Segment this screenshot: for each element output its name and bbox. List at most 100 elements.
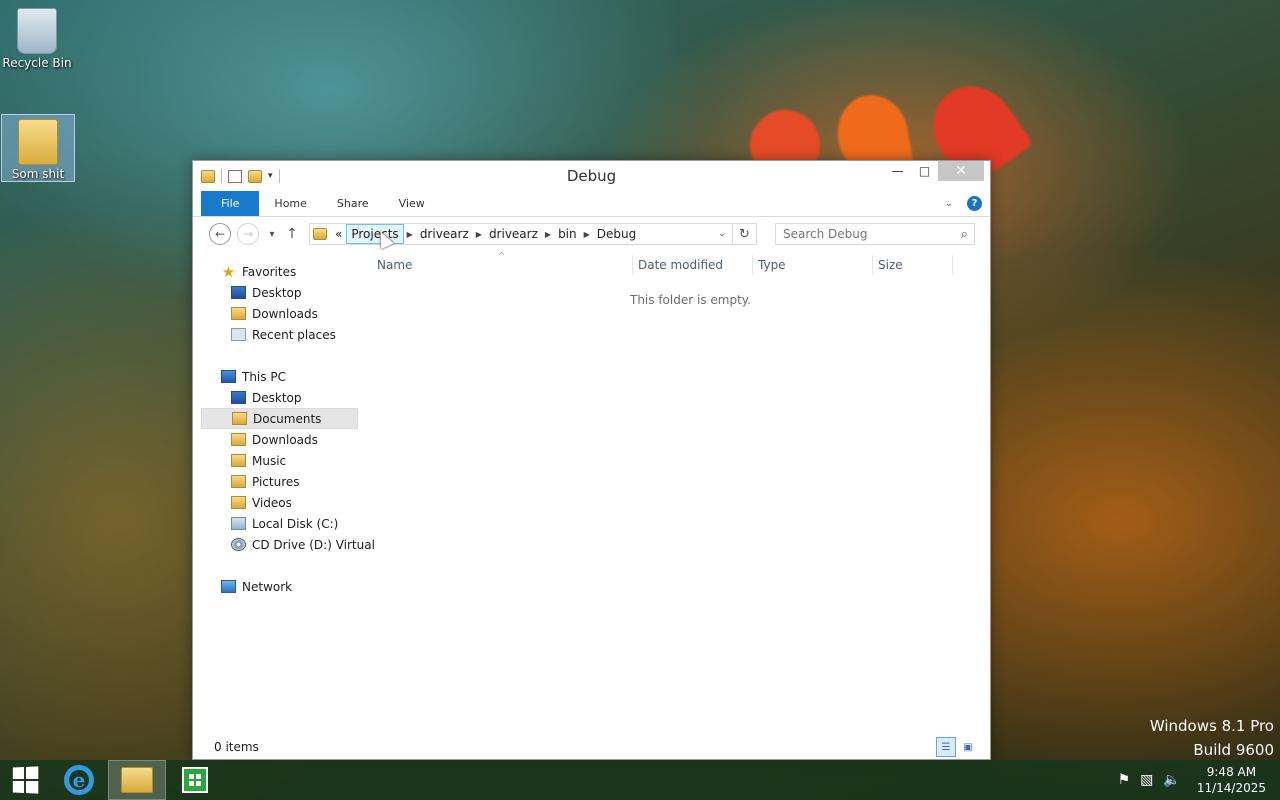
desktop-icon-label: Recycle Bin [2,56,72,70]
nav-pc-music[interactable]: Music [201,450,358,471]
clock[interactable]: 9:48 AM 11/14/2025 [1197,764,1266,796]
tab-home[interactable]: Home [259,191,321,216]
expand-ribbon-chevron-icon[interactable]: ⌄ [945,198,953,209]
watermark-edition: Windows 8.1 Pro [1149,717,1274,735]
column-date-modified[interactable]: Date modified [638,258,723,272]
nav-favorites-downloads[interactable]: Downloads [201,303,358,324]
nav-label: Downloads [252,432,318,447]
nav-label: Desktop [252,390,302,405]
window-title: Debug [566,167,617,185]
status-bar: 0 items ☰ ▣ [193,735,990,759]
ribbon-right: ⌄ ? [945,196,982,211]
tab-view[interactable]: View [384,191,440,216]
breadcrumb-bin[interactable]: bin [554,224,581,244]
column-size[interactable]: Size [878,258,903,272]
column-divider[interactable] [752,255,753,275]
nav-pc-videos[interactable]: Videos [201,492,358,513]
taskbar: e ⚑ ▧ 🔈 9:48 AM 11/14/2025 [0,760,1280,800]
nav-favorites[interactable]: ★ Favorites [201,261,358,282]
back-button[interactable]: ← [209,223,231,245]
search-icon[interactable]: ⌕ [961,227,968,242]
forward-button[interactable]: → [237,223,259,245]
details-view-icon[interactable]: ☰ [936,737,956,757]
nav-pc-pictures[interactable]: Pictures [201,471,358,492]
breadcrumb-drivearz[interactable]: drivearz [485,224,542,244]
desktop-icon [231,391,246,404]
nav-pc-documents[interactable]: Documents [201,408,358,429]
breadcrumb-arrow-icon[interactable]: ▶ [473,230,485,239]
breadcrumb-arrow-icon[interactable]: ▶ [581,230,593,239]
nav-label: CD Drive (D:) Virtual [252,537,375,552]
breadcrumb-debug[interactable]: Debug [593,224,640,244]
breadcrumb-arrow-icon[interactable]: ▶ [404,230,416,239]
refresh-button[interactable]: ↻ [732,224,756,244]
nav-pc-local-disk[interactable]: Local Disk (C:) [201,513,358,534]
column-name[interactable]: Name [377,258,412,272]
desktop-icon-folder[interactable]: Som shit [1,114,75,182]
nav-pc-downloads[interactable]: Downloads [201,429,358,450]
separator [221,169,222,183]
hard-drive-icon [231,517,246,530]
file-list[interactable]: ^ Name Date modified Type Size This fold… [368,251,990,735]
item-count: 0 items [214,740,259,754]
network-icon [221,580,236,593]
tab-share[interactable]: Share [322,191,384,216]
internet-explorer-icon: e [64,765,94,795]
nav-favorites-desktop[interactable]: Desktop [201,282,358,303]
downloads-folder-icon [231,307,246,320]
folder-icon[interactable] [201,169,215,183]
help-icon[interactable]: ? [967,196,982,211]
address-dropdown-icon[interactable]: ⌄ [712,229,732,239]
explorer-window[interactable]: ▾ Debug — □ ✕ File Home Share View ⌄ ? ←… [192,160,991,760]
nav-pc-desktop[interactable]: Desktop [201,387,358,408]
search-input[interactable] [783,227,943,241]
nav-label: Documents [253,411,322,426]
minimize-button[interactable]: — [884,161,911,181]
breadcrumb-arrow-icon[interactable]: ▶ [542,230,554,239]
title-bar[interactable]: ▾ Debug — □ ✕ [193,161,990,191]
action-center-flag-icon[interactable]: ⚑ [1118,772,1131,788]
downloads-folder-icon [231,433,246,446]
windows-watermark: Windows 8.1 Pro Build 9600 [1150,714,1274,762]
taskbar-internet-explorer[interactable]: e [50,760,108,800]
address-bar-controls: ⌄ ↻ [712,224,756,244]
nav-label: Desktop [252,285,302,300]
column-divider[interactable] [872,255,873,275]
navigation-pane[interactable]: ★ Favorites Desktop Downloads Recent pla… [201,251,375,735]
column-divider[interactable] [632,255,633,275]
maximize-button[interactable]: □ [911,161,938,181]
column-headers: ^ Name Date modified Type Size [368,251,990,279]
new-folder-icon[interactable] [248,169,262,183]
start-button[interactable] [0,760,50,800]
volume-muted-icon[interactable]: 🔈 [1163,772,1180,788]
tab-file[interactable]: File [201,191,260,216]
breadcrumb-overflow[interactable]: « [331,224,346,244]
star-icon: ★ [221,262,236,281]
recent-locations-dropdown-icon[interactable]: ▾ [265,229,279,240]
nav-pc-cd-drive[interactable]: CD Drive (D:) Virtual [201,534,375,555]
store-icon [182,767,208,793]
properties-icon[interactable] [228,169,242,183]
column-type[interactable]: Type [758,258,786,272]
nav-label: Local Disk (C:) [252,516,339,531]
cd-drive-icon [231,538,246,551]
breadcrumb-drivearz[interactable]: drivearz [416,224,473,244]
nav-favorites-recent-places[interactable]: Recent places [201,324,358,345]
nav-network[interactable]: Network [201,576,358,597]
navigation-bar: ← → ▾ ↑ « Projects ▶ drivearz ▶ drivearz… [193,217,990,251]
taskbar-file-explorer[interactable] [108,760,166,800]
file-explorer-icon [121,767,153,793]
system-tray: ⚑ ▧ 🔈 9:48 AM 11/14/2025 [1118,760,1266,800]
desktop-icon-recycle-bin[interactable]: Recycle Bin [0,4,74,70]
close-button[interactable]: ✕ [938,161,984,181]
column-divider[interactable] [952,255,953,275]
up-button[interactable]: ↑ [285,226,299,242]
nav-this-pc[interactable]: This PC [201,366,358,387]
search-box[interactable]: ⌕ [775,223,975,245]
customize-toolbar-dropdown-icon[interactable]: ▾ [268,171,273,181]
taskbar-store[interactable] [166,760,224,800]
network-disconnected-icon[interactable]: ▧ [1140,772,1153,788]
nav-label: This PC [242,369,286,384]
large-icons-view-icon[interactable]: ▣ [958,737,978,757]
